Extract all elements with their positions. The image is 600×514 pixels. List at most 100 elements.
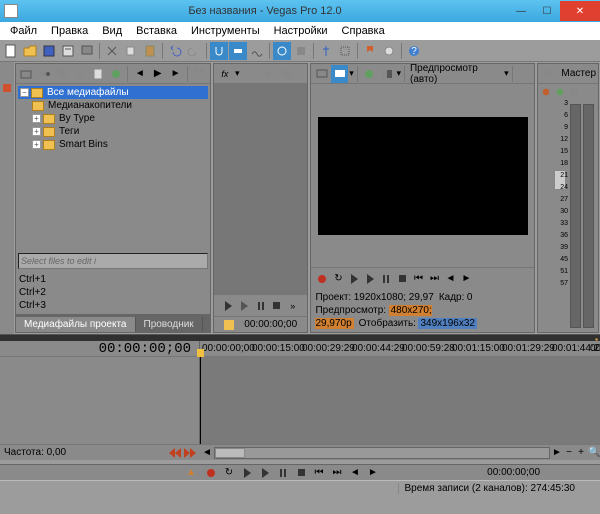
edit-tool-icon[interactable] xyxy=(317,42,335,60)
timeline-timecode[interactable]: 00:00:00;00 xyxy=(99,341,191,357)
tl-nextframe-button[interactable]: ► xyxy=(366,466,380,480)
playhead[interactable] xyxy=(200,357,201,444)
scroll-left-icon[interactable]: ◄ xyxy=(202,447,212,458)
prev-frame-button[interactable]: ◄ xyxy=(443,272,457,286)
pause-button[interactable] xyxy=(379,272,393,286)
trim-pause-icon[interactable] xyxy=(254,299,268,313)
loop-button[interactable]: ↻ xyxy=(331,272,345,286)
marker-icon[interactable] xyxy=(361,42,379,60)
save-icon[interactable] xyxy=(40,42,58,60)
track-headers[interactable] xyxy=(0,357,200,444)
timeline-scrollbar[interactable] xyxy=(214,447,550,459)
minimize-button[interactable]: — xyxy=(508,1,534,21)
play-button[interactable] xyxy=(363,272,377,286)
trimmer-save-icon[interactable] xyxy=(278,65,296,83)
props-icon[interactable] xyxy=(90,65,107,83)
tab-explorer[interactable]: Проводник xyxy=(136,317,203,332)
close-button[interactable]: ✕ xyxy=(560,1,600,21)
tree-item[interactable]: +Теги xyxy=(18,125,208,138)
open-icon[interactable] xyxy=(21,42,39,60)
new-icon[interactable] xyxy=(2,42,20,60)
import-icon[interactable] xyxy=(18,65,35,83)
menu-options[interactable]: Настройки xyxy=(268,24,334,38)
play-start-button[interactable] xyxy=(347,272,361,286)
zoom-out-icon[interactable]: − xyxy=(564,447,574,458)
track-area[interactable] xyxy=(200,357,600,444)
tab-project-media[interactable]: Медиафайлы проекта xyxy=(16,317,136,332)
tl-gostart-button[interactable]: ⏮ xyxy=(312,466,326,480)
ignore-event-icon[interactable] xyxy=(292,42,310,60)
preview-quality[interactable]: Предпросмотр (авто) xyxy=(408,63,503,85)
media-tree[interactable]: −Все медиафайлы Медианакопители +By Type… xyxy=(16,84,210,251)
master-mute-icon[interactable] xyxy=(554,86,566,98)
menu-insert[interactable]: Вставка xyxy=(130,24,183,38)
transport-timecode[interactable]: 00:00:00;00 xyxy=(487,467,540,478)
tree-all-media[interactable]: −Все медиафайлы xyxy=(18,86,208,99)
tl-playstart-button[interactable] xyxy=(240,466,254,480)
copy-icon[interactable] xyxy=(122,42,140,60)
cut-icon[interactable] xyxy=(103,42,121,60)
preview-device-icon[interactable] xyxy=(331,65,348,83)
next-frame-button[interactable]: ► xyxy=(459,272,473,286)
menu-help[interactable]: Справка xyxy=(336,24,391,38)
tl-goend-button[interactable]: ⏭ xyxy=(330,466,344,480)
record-button[interactable] xyxy=(315,272,329,286)
zoom-in-icon[interactable]: + xyxy=(576,447,586,458)
play-media-icon[interactable]: ▶ xyxy=(149,65,166,83)
master-out-icon[interactable] xyxy=(568,86,580,98)
master-fx-icon[interactable] xyxy=(540,86,552,98)
redo-icon[interactable] xyxy=(185,42,203,60)
scrub-control[interactable] xyxy=(169,448,196,458)
trimmer-tool2-icon[interactable] xyxy=(259,65,277,83)
tree-item[interactable]: +By Type xyxy=(18,112,208,125)
menu-view[interactable]: Вид xyxy=(96,24,128,38)
split-screen-icon[interactable] xyxy=(379,65,396,83)
maximize-button[interactable]: ☐ xyxy=(534,1,560,21)
menu-file[interactable]: Файл xyxy=(4,24,43,38)
crossfade-icon[interactable] xyxy=(248,42,266,60)
get-media-icon[interactable] xyxy=(54,65,71,83)
menu-tools[interactable]: Инструменты xyxy=(185,24,266,38)
trim-more-icon[interactable]: » xyxy=(286,299,300,313)
tree-item[interactable]: Медианакопители xyxy=(18,99,208,112)
ext-monitor-icon[interactable] xyxy=(313,65,330,83)
prev-media-icon[interactable]: ◄ xyxy=(131,65,148,83)
undo-icon[interactable] xyxy=(166,42,184,60)
trim-playloop-icon[interactable] xyxy=(238,299,252,313)
views-icon[interactable] xyxy=(191,65,208,83)
selection-tool-icon[interactable] xyxy=(336,42,354,60)
scroll-right-icon[interactable]: ► xyxy=(552,447,562,458)
snap-icon[interactable] xyxy=(210,42,228,60)
trimmer-tool-icon[interactable] xyxy=(240,65,258,83)
lock-envelope-icon[interactable] xyxy=(273,42,291,60)
capture-icon[interactable] xyxy=(36,65,53,83)
stop-button[interactable] xyxy=(395,272,409,286)
video-fx-icon[interactable] xyxy=(361,65,378,83)
auto-ripple-icon[interactable] xyxy=(229,42,247,60)
tree-item[interactable]: +Smart Bins xyxy=(18,138,208,151)
mixer-icon[interactable] xyxy=(540,65,558,83)
timeline-ruler[interactable]: 00:00:00;00 00:00:15:00 00:00:29:29 00:0… xyxy=(200,341,600,356)
tl-prevframe-button[interactable]: ◄ xyxy=(348,466,362,480)
remove-icon[interactable] xyxy=(72,65,89,83)
event-fx-icon[interactable] xyxy=(380,42,398,60)
fx-button[interactable]: fx xyxy=(216,65,234,83)
tl-stop-button[interactable] xyxy=(294,466,308,480)
trim-play-icon[interactable] xyxy=(222,299,236,313)
go-end-button[interactable]: ⏭ xyxy=(427,272,441,286)
tl-play-button[interactable] xyxy=(258,466,272,480)
properties-icon[interactable] xyxy=(59,42,77,60)
zoom-tool-icon[interactable]: 🔍 xyxy=(588,447,598,458)
media-fx-icon[interactable] xyxy=(107,65,124,83)
render-icon[interactable] xyxy=(78,42,96,60)
help-icon[interactable]: ? xyxy=(405,42,423,60)
tl-record-button[interactable] xyxy=(204,466,218,480)
go-start-button[interactable]: ⏮ xyxy=(411,272,425,286)
menu-edit[interactable]: Правка xyxy=(45,24,94,38)
tl-loop-button[interactable]: ↻ xyxy=(222,466,236,480)
next-media-icon[interactable]: ► xyxy=(167,65,184,83)
paste-icon[interactable] xyxy=(141,42,159,60)
overlay-icon[interactable] xyxy=(516,65,533,83)
trim-stop-icon[interactable] xyxy=(270,299,284,313)
tl-pause-button[interactable] xyxy=(276,466,290,480)
